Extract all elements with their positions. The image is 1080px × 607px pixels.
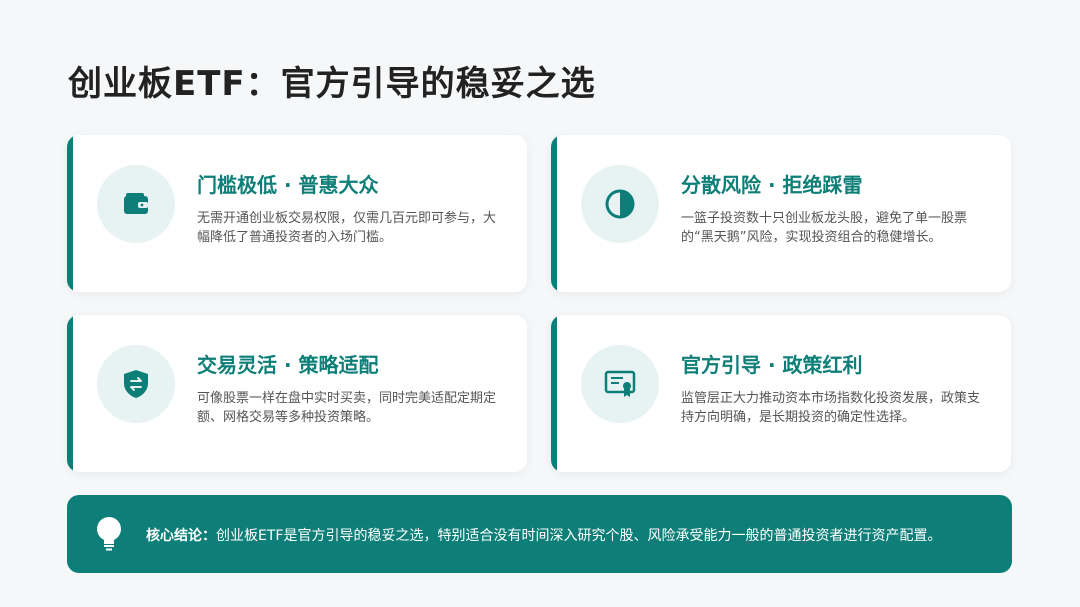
conclusion-body: 创业板ETF是官方引导的稳妥之选，特别适合没有时间深入研究个股、风险承受能力一般… — [216, 528, 942, 544]
card-description: 无需开通创业板交易权限，仅需几百元即可参与，大幅降低了普通投资者的入场门槛。 — [197, 211, 497, 245]
card-heading: 交易灵活 · 策略适配 — [197, 353, 379, 377]
half-circle-icon — [581, 165, 659, 243]
card-heading: 官方引导 · 政策红利 — [681, 353, 863, 377]
card-description: 一篮子投资数十只创业板龙头股，避免了单一股票的“黑天鹅”风险，实现投资组合的稳健… — [681, 211, 968, 245]
feature-card-diversify-risk: 分散风险 · 拒绝踩雷 一篮子投资数十只创业板龙头股，避免了单一股票的“黑天鹅”… — [551, 135, 1011, 292]
feature-card-flexible-trading: 交易灵活 · 策略适配 可像股票一样在盘中实时买卖，同时完美适配定期定额、网格交… — [67, 315, 527, 472]
certificate-icon — [581, 345, 659, 423]
card-accent-bar — [67, 315, 73, 472]
card-accent-bar — [551, 135, 557, 292]
lightbulb-icon — [93, 515, 125, 553]
card-description: 可像股票一样在盘中实时买卖，同时完美适配定期定额、网格交易等多种投资策略。 — [197, 391, 497, 425]
conclusion-label: 核心结论： — [146, 528, 216, 544]
conclusion-banner: 核心结论：创业板ETF是官方引导的稳妥之选，特别适合没有时间深入研究个股、风险承… — [67, 495, 1012, 573]
card-heading: 分散风险 · 拒绝踩雷 — [681, 173, 863, 197]
card-heading: 门槛极低 · 普惠大众 — [197, 173, 379, 197]
wallet-icon — [97, 165, 175, 243]
shield-exchange-icon — [97, 345, 175, 423]
conclusion-text: 核心结论：创业板ETF是官方引导的稳妥之选，特别适合没有时间深入研究个股、风险承… — [146, 525, 941, 545]
feature-card-policy-guidance: 官方引导 · 政策红利 监管层正大力推动资本市场指数化投资发展，政策支持方向明确… — [551, 315, 1011, 472]
page-title: 创业板ETF：官方引导的稳妥之选 — [68, 64, 596, 104]
card-accent-bar — [551, 315, 557, 472]
card-description: 监管层正大力推动资本市场指数化投资发展，政策支持方向明确，是长期投资的确定性选择… — [681, 391, 981, 425]
card-accent-bar — [67, 135, 73, 292]
feature-card-low-threshold: 门槛极低 · 普惠大众 无需开通创业板交易权限，仅需几百元即可参与，大幅降低了普… — [67, 135, 527, 292]
